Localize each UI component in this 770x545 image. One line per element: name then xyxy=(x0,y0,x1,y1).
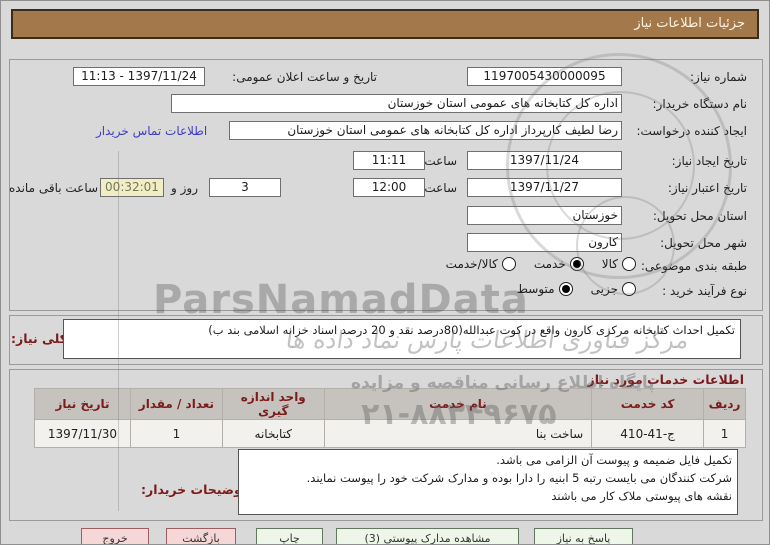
remaining-days-label: روز و xyxy=(171,181,198,195)
cell-unit: کتابخانه xyxy=(221,419,325,448)
remaining-days-field[interactable]: 3 xyxy=(209,178,281,197)
delivery-province-field[interactable]: خوزستان xyxy=(467,206,622,225)
buyer-note-line: شرکت کنندگان می بایست رتبه 5 ابنیه را دا… xyxy=(306,470,732,485)
radio-option-service[interactable]: خدمت xyxy=(534,257,584,271)
radio-label: جزیی xyxy=(590,282,618,296)
radio-icon[interactable] xyxy=(622,257,636,271)
cell-service-code: ج-41-410 xyxy=(591,419,705,448)
cell-row-number: 1 xyxy=(703,419,746,448)
created-time-field[interactable]: 11:11 xyxy=(353,151,425,170)
delivery-city-label: شهر محل تحویل: xyxy=(660,236,747,250)
radio-option-goods-service[interactable]: کالا/خدمت xyxy=(446,257,516,271)
description-textbox[interactable]: تکمیل احداث کتابخانه مرکزی کارون واقع در… xyxy=(63,319,741,359)
radio-label: کالا/خدمت xyxy=(445,257,498,271)
col-header-need-date: تاریخ نیاز xyxy=(34,388,131,420)
col-header-row-number: ردیف xyxy=(703,388,746,420)
process-type-label: نوع فرآیند خرید : xyxy=(662,284,747,298)
radio-option-medium[interactable]: متوسط xyxy=(517,282,573,296)
col-header-quantity: تعداد / مقدار xyxy=(130,388,223,420)
buyer-notes-textbox[interactable]: تکمیل فایل ضمیمه و پیوست آن الزامی می با… xyxy=(238,449,738,515)
announce-datetime-field[interactable]: 11:13 - 1397/11/24 xyxy=(73,67,205,86)
delivery-city-field[interactable]: کارون xyxy=(467,233,622,252)
subject-class-radio-group: کالا خدمت کالا/خدمت xyxy=(446,257,636,271)
table-row: 1 ج-41-410 ساخت بنا کتابخانه 1 1397/11/3… xyxy=(34,419,746,448)
created-date-label: تاریخ ایجاد نیاز: xyxy=(671,154,747,168)
respond-to-need-button[interactable]: پاسخ به نیاز xyxy=(534,528,633,544)
buyer-org-field[interactable]: اداره کل کتابخانه های عمومی استان خوزستا… xyxy=(171,94,622,113)
radio-label: کالا xyxy=(601,257,618,271)
expiry-date-label: تاریخ اعتبار نیاز: xyxy=(667,181,747,195)
created-time-label: ساعت xyxy=(424,154,457,168)
view-attachments-button[interactable]: مشاهده مدارک پیوستی (3) xyxy=(336,528,519,544)
page-title: جزئیات اطلاعات نیاز xyxy=(11,9,759,39)
col-header-unit: واحد اندازه گیری xyxy=(221,388,325,420)
col-header-service-name: نام خدمت xyxy=(323,388,593,420)
radio-label: خدمت xyxy=(533,257,566,271)
remaining-suffix-label: ساعت باقی مانده xyxy=(9,181,99,195)
need-number-field[interactable]: 1197005430000095 xyxy=(467,67,622,86)
buyer-org-label: نام دستگاه خریدار: xyxy=(652,97,748,111)
radio-icon[interactable] xyxy=(558,282,573,296)
request-creator-label: ایجاد کننده درخواست: xyxy=(636,124,747,138)
need-details-window: جزئیات اطلاعات نیاز شماره نیاز: 11970054… xyxy=(0,0,770,545)
created-date-field[interactable]: 1397/11/24 xyxy=(467,151,622,170)
col-header-service-code: کد خدمت xyxy=(591,388,705,420)
buyer-note-line: نقشه های پیوستی ملاک کار می باشند xyxy=(551,488,732,503)
print-button[interactable]: چاپ xyxy=(256,528,323,544)
back-button[interactable]: بازگشت xyxy=(166,528,236,544)
radio-option-minor[interactable]: جزیی xyxy=(591,282,636,296)
announce-datetime-label: تاریخ و ساعت اعلان عمومی: xyxy=(232,70,377,84)
subject-class-label: طبقه بندی موضوعی: xyxy=(640,259,747,273)
buyer-note-line: تکمیل فایل ضمیمه و پیوست آن الزامی می با… xyxy=(496,453,732,467)
expiry-time-field[interactable]: 12:00 xyxy=(353,178,425,197)
process-type-radio-group: جزیی متوسط xyxy=(517,282,636,296)
radio-icon[interactable] xyxy=(501,257,516,271)
exit-button[interactable]: خروج xyxy=(81,528,149,544)
cell-service-name: ساخت بنا xyxy=(323,419,593,448)
services-section-title: اطلاعات خدمات مورد نیاز xyxy=(587,372,745,387)
radio-icon[interactable] xyxy=(569,257,584,271)
services-table: ردیف کد خدمت نام خدمت واحد اندازه گیری ت… xyxy=(34,388,746,448)
delivery-province-label: استان محل تحویل: xyxy=(652,209,747,223)
cell-quantity: 1 xyxy=(130,419,223,448)
expiry-time-label: ساعت xyxy=(424,181,457,195)
radio-option-goods[interactable]: کالا xyxy=(602,257,636,271)
expiry-date-field[interactable]: 1397/11/27 xyxy=(467,178,622,197)
cell-need-date: 1397/11/30 xyxy=(34,419,131,448)
buyer-contact-link[interactable]: اطلاعات تماس خریدار xyxy=(96,124,207,138)
request-creator-field[interactable]: رضا لطیف کارپرداز اداره کل کتابخانه های … xyxy=(229,121,622,140)
radio-icon[interactable] xyxy=(622,282,636,296)
buyer-notes-label: توضیحات خریدار: xyxy=(141,482,247,497)
remaining-countdown-field: 00:32:01 xyxy=(100,178,164,197)
radio-label: متوسط xyxy=(516,282,555,296)
need-number-label: شماره نیاز: xyxy=(690,70,747,84)
table-header-row: ردیف کد خدمت نام خدمت واحد اندازه گیری ت… xyxy=(34,388,746,420)
